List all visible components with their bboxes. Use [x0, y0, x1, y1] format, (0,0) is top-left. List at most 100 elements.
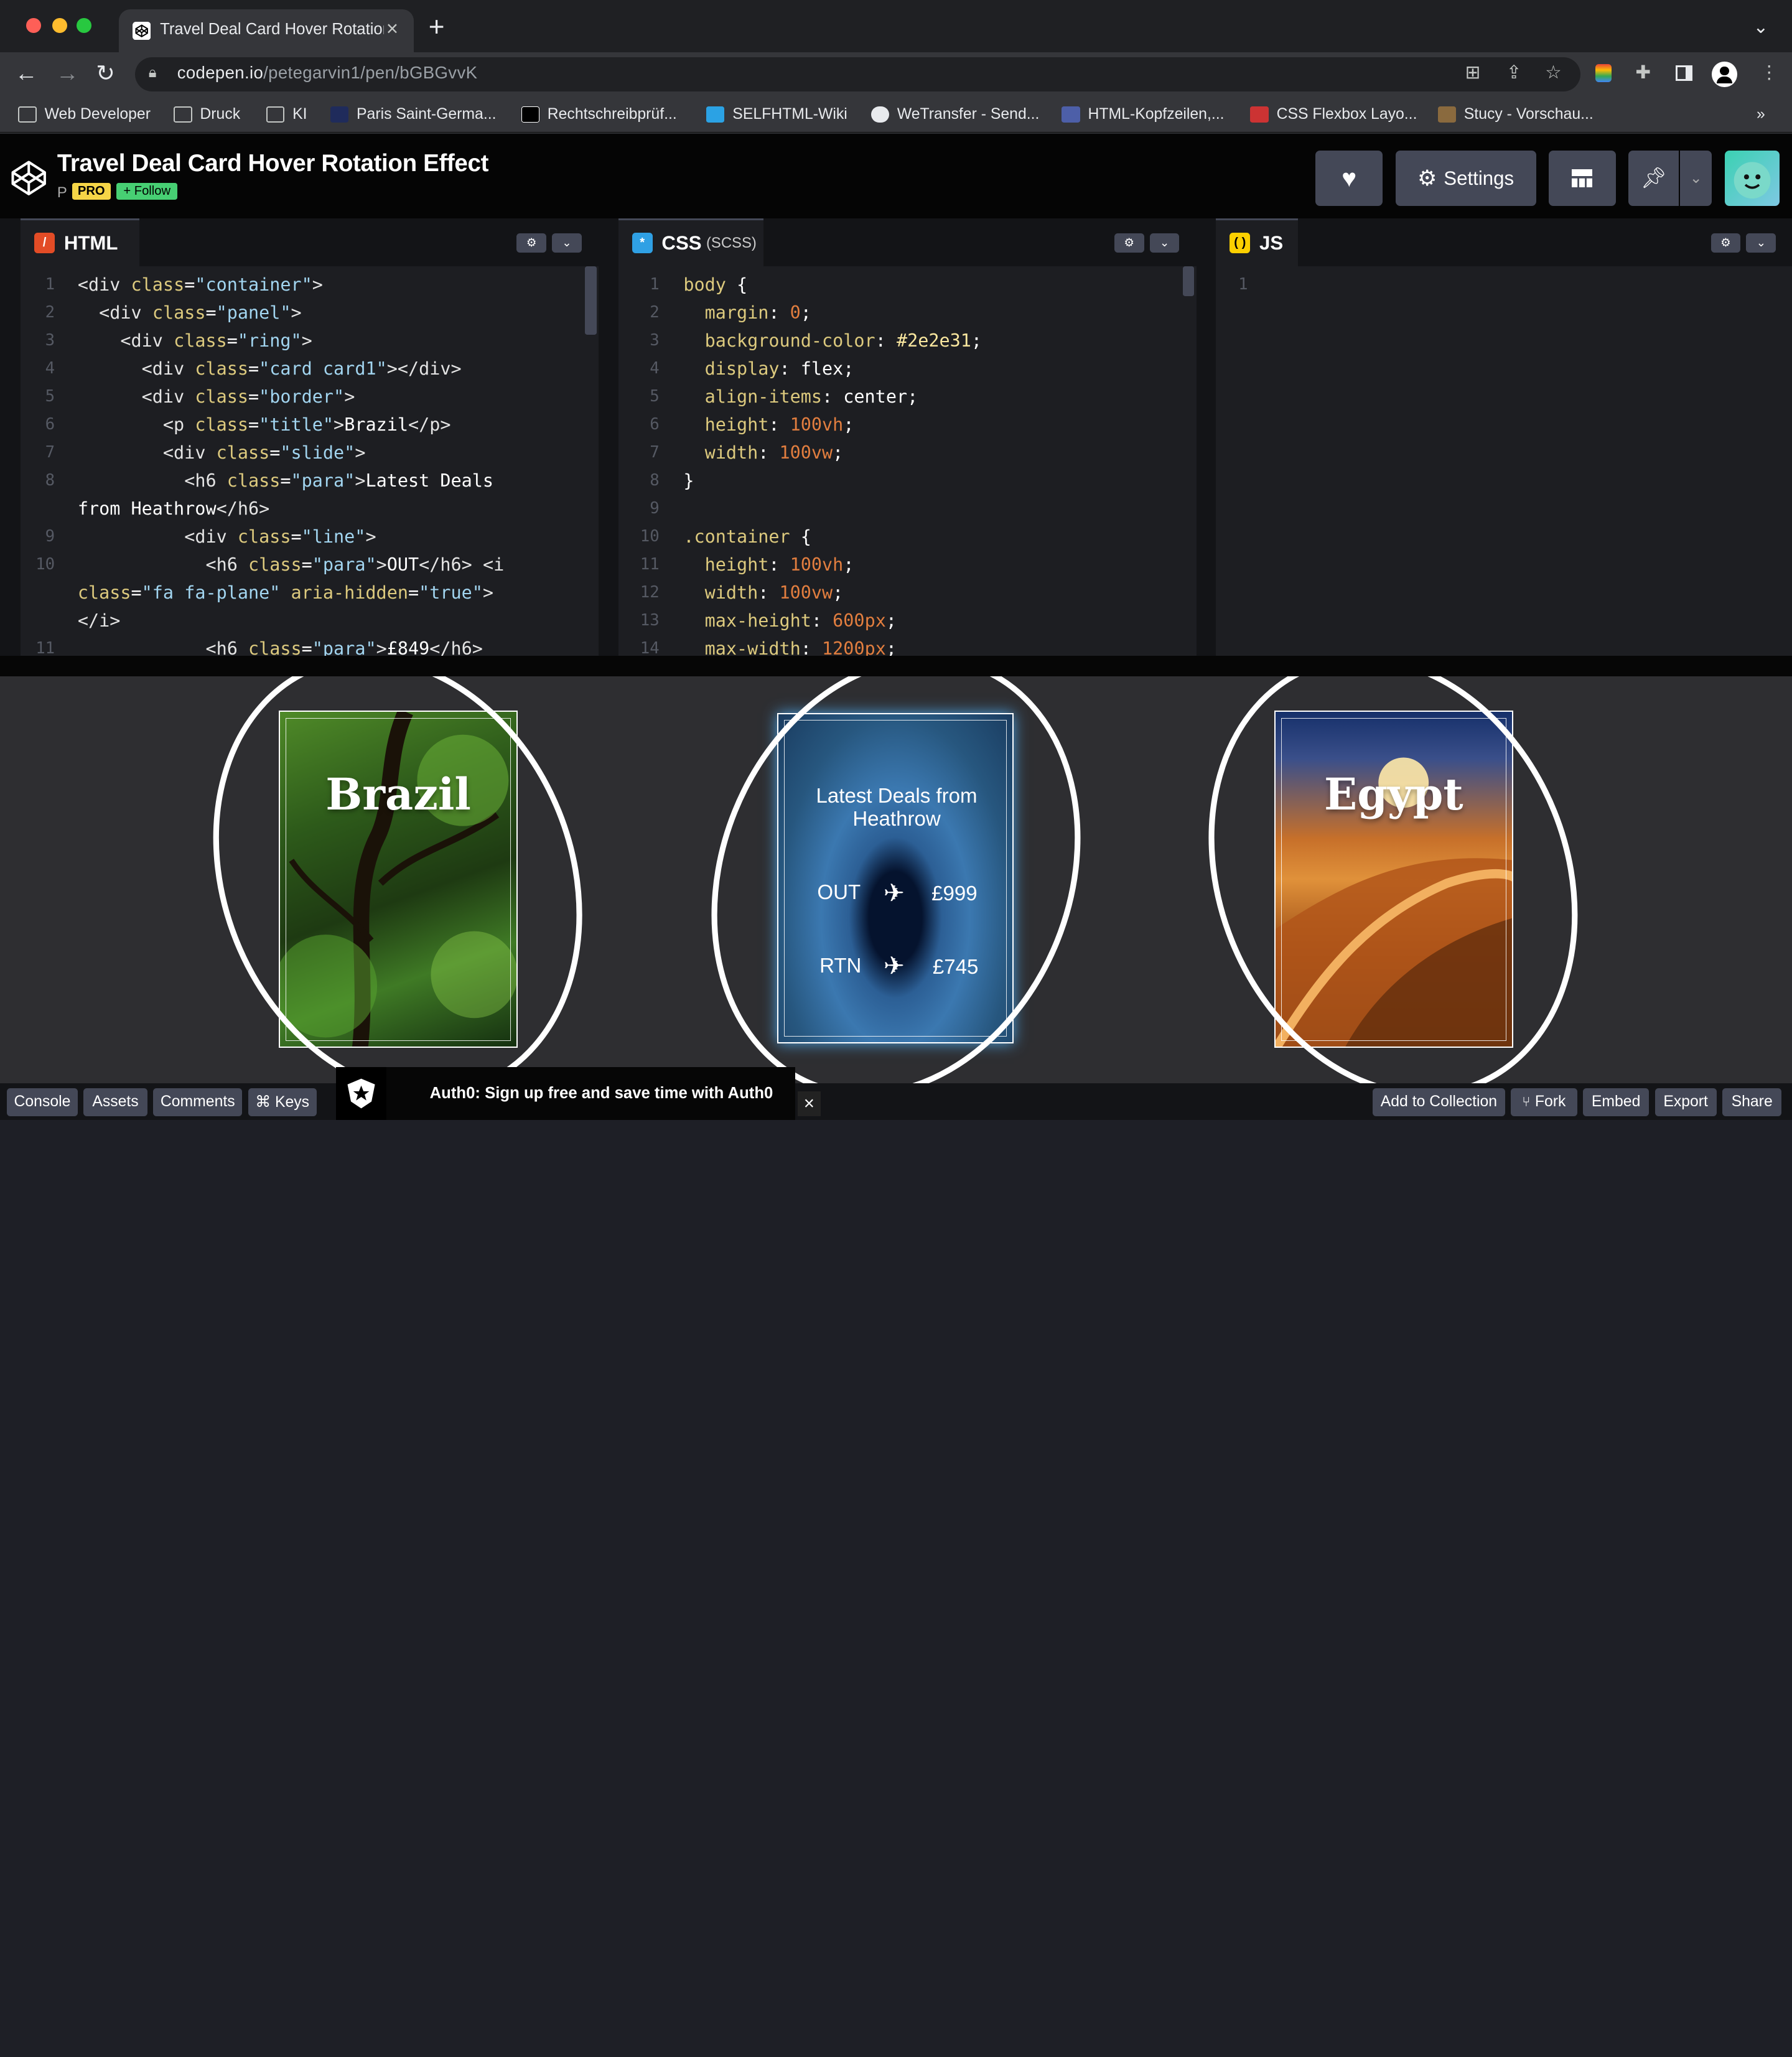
- line-number: 8: [650, 471, 660, 490]
- embed-button[interactable]: Embed: [1582, 1088, 1650, 1117]
- layout-button[interactable]: [1548, 151, 1617, 206]
- js-settings-button[interactable]: ⚙: [1710, 233, 1741, 253]
- bookmark-wetransfer[interactable]: WeTransfer - Send...: [870, 103, 1040, 126]
- bookmark-druck[interactable]: Druck: [174, 103, 240, 126]
- bookmark-star-icon[interactable]: ☆: [1545, 62, 1561, 83]
- comments-button[interactable]: Comments: [153, 1088, 243, 1117]
- extensions-puzzle-icon[interactable]: ✚: [1635, 62, 1651, 83]
- html-lang-icon: /: [34, 233, 55, 254]
- pin-dropdown-button[interactable]: ⌄: [1679, 151, 1712, 206]
- url-text[interactable]: codepen.io/petegarvin1/pen/bGBGvvK: [177, 63, 478, 83]
- keys-button[interactable]: ⌘ Keys: [248, 1088, 317, 1117]
- console-button[interactable]: Console: [7, 1088, 78, 1117]
- html-tab-label: HTML: [63, 231, 118, 254]
- auth0-ad[interactable]: Auth0: Sign up free and save time with A…: [335, 1067, 796, 1120]
- ring-deals: [711, 676, 1081, 1084]
- bookmarks-overflow[interactable]: »: [1757, 103, 1765, 126]
- settings-label: Settings: [1444, 167, 1514, 189]
- html-settings-button[interactable]: ⚙: [516, 233, 546, 253]
- bookmark-web-developer[interactable]: Web Developer: [18, 103, 151, 126]
- html-collapse-button[interactable]: ⌄: [552, 233, 582, 253]
- forward-icon[interactable]: →: [56, 60, 79, 87]
- css-collapse-button[interactable]: ⌄: [1149, 233, 1180, 253]
- html-favicon-icon: [1062, 106, 1080, 123]
- js-editor-pane: ( ) JS ⚙ ⌄ 1: [1216, 218, 1792, 656]
- line-number: 6: [45, 415, 55, 434]
- css-editor-pane: * CSS (SCSS) ⚙ ⌄ 1 2 3 4 5 6 7 8 9 10 11 12 13 14 body …: [618, 218, 1197, 659]
- css-code[interactable]: body { margin: 0; background-color: #2e2…: [683, 271, 982, 663]
- share-button[interactable]: Share: [1722, 1088, 1782, 1117]
- line-number: 4: [650, 359, 660, 378]
- assets-button[interactable]: Assets: [83, 1088, 147, 1117]
- pane-resizer[interactable]: [0, 656, 1792, 677]
- love-button[interactable]: ♥: [1315, 151, 1383, 206]
- user-avatar[interactable]: [1724, 151, 1780, 206]
- css-tab[interactable]: * CSS (SCSS): [618, 218, 763, 266]
- html-tab[interactable]: / HTML: [21, 218, 140, 266]
- new-tab-icon[interactable]: +: [429, 13, 445, 41]
- result-preview[interactable]: Brazil Latest Deals from Heathrow OUT ✈ …: [0, 676, 1792, 1084]
- translate-icon[interactable]: ⊞: [1465, 62, 1481, 83]
- folder-icon: [266, 106, 285, 123]
- side-panel-icon[interactable]: [1675, 65, 1693, 82]
- add-to-collection-button[interactable]: Add to Collection: [1372, 1088, 1505, 1117]
- export-button[interactable]: Export: [1654, 1088, 1717, 1117]
- back-icon[interactable]: ←: [15, 60, 38, 87]
- author-initial[interactable]: P: [57, 184, 67, 202]
- pen-title[interactable]: Travel Deal Card Hover Rotation Effect: [57, 150, 489, 177]
- gear-icon: ⚙: [1417, 166, 1437, 190]
- fork-button[interactable]: ⑂ Fork: [1511, 1088, 1577, 1117]
- chevron-down-icon: ⌄: [562, 236, 572, 250]
- js-tab[interactable]: ( ) JS: [1216, 218, 1299, 266]
- bookmark-label: Rechtschreibprüf...: [547, 105, 677, 123]
- line-number: 5: [45, 387, 55, 406]
- ad-text: Auth0: Sign up free and save time with A…: [429, 1084, 773, 1103]
- profile-avatar-icon[interactable]: [1712, 62, 1737, 87]
- bookmark-label: SELFHTML-Wiki: [732, 105, 847, 123]
- share-icon[interactable]: ⇪: [1506, 62, 1522, 83]
- close-ad-icon[interactable]: ×: [798, 1091, 821, 1117]
- codepen-logo-icon[interactable]: [9, 159, 48, 197]
- extension-color-icon[interactable]: [1595, 63, 1612, 83]
- bookmark-label: KI: [292, 105, 307, 123]
- js-pane-header: [1216, 218, 1792, 266]
- reload-icon[interactable]: ↻: [96, 60, 115, 87]
- bookmark-html-kopfzeilen[interactable]: HTML-Kopfzeilen,...: [1062, 103, 1224, 126]
- rotation-rings: [213, 676, 1578, 1084]
- gear-icon: ⚙: [526, 236, 537, 250]
- settings-button[interactable]: ⚙ Settings: [1395, 151, 1536, 206]
- bookmark-psg[interactable]: Paris Saint-Germa...: [330, 103, 497, 126]
- duden-favicon-icon: [521, 106, 539, 123]
- screen: Travel Deal Card Hover Rotation Effect ×…: [0, 0, 1792, 1120]
- html-scrollbar[interactable]: [585, 266, 597, 335]
- html-code[interactable]: <div class="container"> <div class="pane…: [78, 271, 504, 663]
- bookmark-label: WeTransfer - Send...: [897, 105, 1040, 123]
- bookmark-selfhtml[interactable]: SELFHTML-Wiki: [706, 103, 847, 126]
- heart-icon: ♥: [1342, 164, 1357, 193]
- browser-menu-icon[interactable]: ⋮: [1760, 62, 1778, 83]
- js-tab-label: JS: [1259, 231, 1284, 254]
- bookmark-label: Druck: [200, 105, 241, 123]
- folder-icon: [174, 106, 192, 123]
- js-collapse-button[interactable]: ⌄: [1746, 233, 1776, 253]
- chevron-down-icon: ⌄: [1159, 236, 1170, 250]
- gear-icon: ⚙: [1124, 236, 1134, 250]
- pin-button[interactable]: 📌︎: [1628, 151, 1679, 206]
- follow-button[interactable]: + Follow: [116, 182, 178, 200]
- tab-search-icon[interactable]: ⌄: [1753, 16, 1768, 38]
- line-number: 2: [650, 303, 660, 322]
- folder-icon: [18, 106, 37, 123]
- bookmark-stucy[interactable]: Stucy - Vorschau...: [1437, 103, 1594, 126]
- browser-tab[interactable]: Travel Deal Card Hover Rotation Effect ×: [119, 9, 414, 53]
- css-tab-label: CSS: [661, 231, 702, 254]
- maximize-window-button[interactable]: [77, 18, 91, 34]
- bookmark-ki[interactable]: KI: [266, 103, 307, 126]
- lock-icon[interactable]: 🔒︎: [149, 64, 157, 82]
- close-tab-icon[interactable]: ×: [386, 17, 398, 41]
- line-number: 7: [650, 443, 660, 462]
- bookmark-duden[interactable]: Rechtschreibprüf...: [521, 103, 677, 126]
- css-scrollbar[interactable]: [1182, 266, 1195, 296]
- css-settings-button[interactable]: ⚙: [1114, 233, 1144, 253]
- gear-icon: ⚙: [1720, 236, 1731, 250]
- bookmark-css-flexbox[interactable]: CSS Flexbox Layo...: [1250, 103, 1417, 126]
